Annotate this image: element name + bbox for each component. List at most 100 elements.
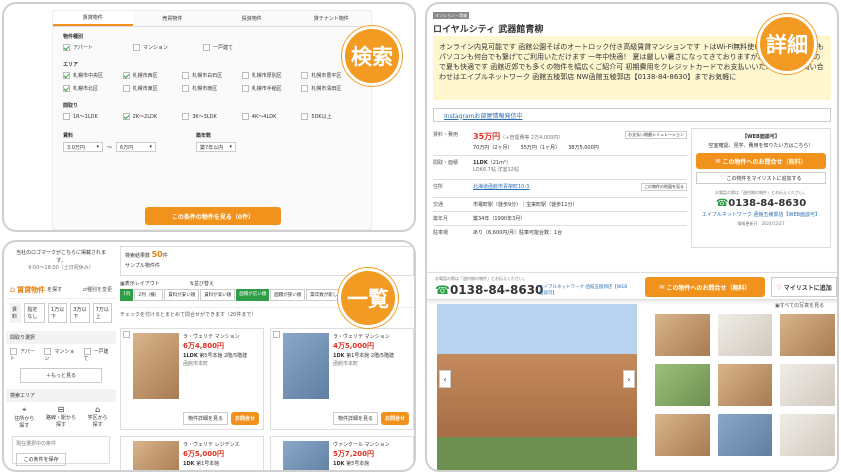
layout-filter-option[interactable]: マンション [44,347,77,362]
thumbnail[interactable] [655,364,710,406]
area-option[interactable]: 札幌市中央区 [63,72,123,79]
area-option[interactable]: 札幌市西区 [122,72,183,79]
sort-tab[interactable]: 賃料が高い順 [200,289,236,301]
type-option[interactable]: アパート [63,44,113,51]
spec-label: 住所 [433,184,444,190]
property-card[interactable]: ヴァンクール マンション 5万7,200円 1DK 第5号本館 [270,436,414,470]
main-photo [437,304,637,470]
detail-button[interactable]: 物件詳細を見る [333,412,379,425]
inquiry-button[interactable]: お問合せ [231,412,260,425]
tab-rent[interactable]: 賃貸物件 [53,11,133,26]
rent-chip[interactable]: 3万以下 [70,302,90,323]
side-inquiry-button[interactable]: ✉ この物件へのお問合せ （無料） [696,153,826,169]
view-tab-1col[interactable]: 1列 [120,289,134,301]
thumbnail-grid [655,314,835,456]
thumbnail[interactable] [717,364,773,406]
property-card[interactable]: ラ・ヴェリテ レジデンス 6万5,000円 1DK 第1号本館 [120,436,264,470]
area-option-address[interactable]: ⌖ 住所から探す [12,405,37,429]
rent-max-select[interactable]: 6万円 ▾ [116,142,157,152]
phone-note: お電話の際は「週内物の物件」とお伝えください。 [715,190,807,195]
rent-chip[interactable]: 指定なし [24,302,46,323]
age-select[interactable]: 築7年以内 ▾ [196,142,237,152]
bar-fav-button[interactable]: ♡ マイリストに追加 [771,277,837,297]
thumbnail[interactable] [780,414,835,456]
property-tag: マンション・賃貸 [433,12,469,19]
all-photos-link[interactable]: ▣すべての写真を見る [775,302,824,309]
layout-option[interactable]: 1R〜1LDK [63,113,123,120]
bar-phone-number: 0138-84-8630 [449,283,544,297]
address-link[interactable]: 北海道函館市青柳町10-3 [473,183,529,194]
bar-shop-name[interactable]: エイブルネットワーク 函館五稜郭店【WEB面談可】 [539,284,629,296]
layout-filter-option[interactable]: 一戸建て [83,347,112,362]
type-option-label: アパート [73,45,93,51]
area-option-label: 札幌市白石区 [192,73,223,79]
house-icon: ⌂ [10,285,16,294]
side-fav-button[interactable]: ♡ この物件をマイリストに追加する [696,172,826,184]
rent-chip[interactable]: 1万以下 [48,302,68,323]
area-option[interactable]: 札幌市白石区 [182,72,242,79]
layout-option[interactable]: 4K〜4LDK [241,113,302,120]
sort-tab[interactable]: 面積が狭い順 [270,289,306,301]
detail-button[interactable]: 物件詳細を見る [183,412,229,425]
thumbnail[interactable] [655,314,710,356]
area-option-school[interactable]: ⌂ 学区から探す [85,405,110,429]
rent-chip[interactable]: 7万以上 [92,302,112,323]
rent-max-value: 6万円 [120,144,134,151]
area-option[interactable]: 札幌市清田区 [301,85,361,92]
thumbnail[interactable] [717,414,773,456]
instagram-link[interactable]: Instagramお部屋情報発信中 [433,108,831,122]
thumbnail[interactable] [717,314,773,356]
view-tab-2col[interactable]: 2列（横） [134,289,164,301]
area-option[interactable]: 札幌市手稲区 [241,85,302,92]
layout-option[interactable]: 3K〜3LDK [182,113,242,120]
inquiry-button[interactable]: お問合せ [381,412,410,425]
map-button[interactable]: この物件の地図を見る [641,183,687,191]
layout-option[interactable]: 5DK以上 [301,113,361,120]
thumbnail[interactable] [780,314,835,356]
checkbox-icon[interactable] [123,331,130,338]
next-arrow-icon[interactable]: › [623,370,635,388]
bar-phone[interactable]: ☎0138-84-8630 [435,283,543,297]
area-option-label: 学区から探す [87,414,108,428]
area-option-label: 住所から探す [14,415,35,429]
tab-sale[interactable]: 売買物件 [133,11,213,26]
checkbox-icon[interactable] [273,331,280,338]
rent-min-select[interactable]: 3.0万円 ▾ [63,142,103,152]
type-option-label: マンション [143,45,169,51]
calc-button[interactable]: お支払い総額シミュレーション [625,131,687,139]
checkbox-icon [182,113,190,120]
search-submit-button[interactable]: この条件の物件を見る（0件） [145,207,281,225]
prev-arrow-icon[interactable]: ‹ [439,370,451,388]
bar-fav-label: マイリストに追加 [783,284,832,292]
sort-tab-active[interactable]: 面積が広い順 [236,289,270,301]
side-phone[interactable]: ☎0138-84-8630 [696,198,826,209]
type-option[interactable]: 一戸建て [203,44,253,51]
layout-filter-option[interactable]: アパート [10,347,38,362]
checkbox-icon [63,44,70,51]
thumbnail[interactable] [655,414,710,456]
phone-icon: ☎ [715,198,729,209]
shop-name[interactable]: エイブルネットワーク 函館五稜郭店【WEB面談可】 [696,211,826,218]
conditions-label: 現在選択中の条件 [16,440,57,447]
tab-invest[interactable]: 投資物件 [212,11,292,26]
area-option-label: 札幌市南区 [192,86,218,92]
checkbox-icon [301,85,309,92]
tab-tenant[interactable]: 貸テナント物件 [292,11,372,26]
layout-option[interactable]: 2K〜2LDK [122,113,183,120]
area-option-station[interactable]: ⊟ 路線・駅から探す [45,405,78,429]
bar-inquiry-button[interactable]: ✉ この物件へのお問合せ（無料） [645,277,765,297]
area-option[interactable]: 札幌市東区 [122,85,183,92]
spec-row-rent: 賃料・費用 35万円（+管理費等 2万4,000円） 70万円（2ヶ月） 35万円… [433,128,687,156]
sort-tab[interactable]: 賃料が安い順 [164,289,200,301]
area-option[interactable]: 札幌市厚別区 [241,72,302,79]
property-card[interactable]: ラ・ヴェリテ マンション 6万4,800円 1LDK 第5号本館 2階/5階建 … [120,328,264,430]
property-card[interactable]: ラ・ヴェリテ マンション 4万5,000円 1DK 第1号本館 2階/5階建 函… [270,328,414,430]
change-type-link[interactable]: ⇄種別を変更 [83,286,112,293]
type-option[interactable]: マンション [133,44,183,51]
mail-icon: ✉ [715,157,721,165]
thumbnail[interactable] [780,364,835,406]
save-conditions-button[interactable]: この条件を保存 [16,452,66,466]
area-option[interactable]: 札幌市南区 [182,85,242,92]
area-option[interactable]: 札幌市北区 [63,85,123,92]
more-button[interactable]: ＋もっと見る [20,367,102,383]
